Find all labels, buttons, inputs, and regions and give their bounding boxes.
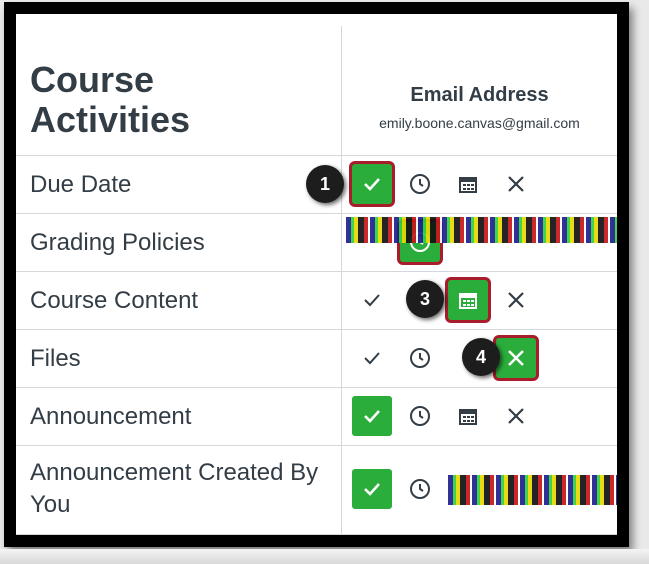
email-column-header: Email Address emily.boone.canvas@gmail.c… xyxy=(342,84,617,131)
close-icon[interactable] xyxy=(496,164,536,204)
clock-icon[interactable] xyxy=(400,469,440,509)
callout-badge: 4 xyxy=(462,338,500,376)
row-divider xyxy=(16,445,617,446)
image-artifact xyxy=(346,217,617,243)
check-icon[interactable] xyxy=(352,338,392,378)
row-label-announcement-created-by-you: Announcement Created By You xyxy=(30,459,319,518)
calendar-icon[interactable] xyxy=(448,280,488,320)
callout-badge: 3 xyxy=(406,280,444,318)
screenshot-frame: Course Activities Email Address emily.bo… xyxy=(4,2,629,547)
row-divider xyxy=(16,387,617,388)
row-label-course-content: Course Content xyxy=(30,287,199,314)
calendar-icon[interactable] xyxy=(448,164,488,204)
row-divider xyxy=(16,155,617,156)
clock-icon[interactable] xyxy=(400,396,440,436)
row-label-announcement: Announcement xyxy=(30,403,192,430)
close-icon[interactable] xyxy=(496,396,536,436)
row-divider xyxy=(16,329,617,330)
calendar-icon[interactable] xyxy=(448,396,488,436)
row-label-due-date: Due Date xyxy=(30,171,132,198)
check-icon[interactable] xyxy=(352,280,392,320)
clock-icon[interactable] xyxy=(400,338,440,378)
close-icon[interactable] xyxy=(496,280,536,320)
email-address: emily.boone.canvas@gmail.com xyxy=(379,115,580,131)
close-icon[interactable] xyxy=(496,338,536,378)
row-label-grading-policies: Grading Policies xyxy=(30,229,205,256)
check-icon[interactable] xyxy=(352,469,392,509)
row-divider xyxy=(16,213,617,214)
callout-badge: 1 xyxy=(306,165,344,203)
row-divider xyxy=(16,271,617,272)
image-artifact xyxy=(448,475,617,505)
check-icon[interactable] xyxy=(352,396,392,436)
bottom-edge xyxy=(0,549,649,564)
row-label-files: Files xyxy=(30,345,81,372)
page-title: Course Activities xyxy=(30,59,191,140)
column-header-label: Email Address xyxy=(410,84,549,106)
check-icon[interactable] xyxy=(352,164,392,204)
row-divider xyxy=(16,534,617,535)
notification-preferences-panel: Course Activities Email Address emily.bo… xyxy=(16,14,617,535)
clock-icon[interactable] xyxy=(400,164,440,204)
